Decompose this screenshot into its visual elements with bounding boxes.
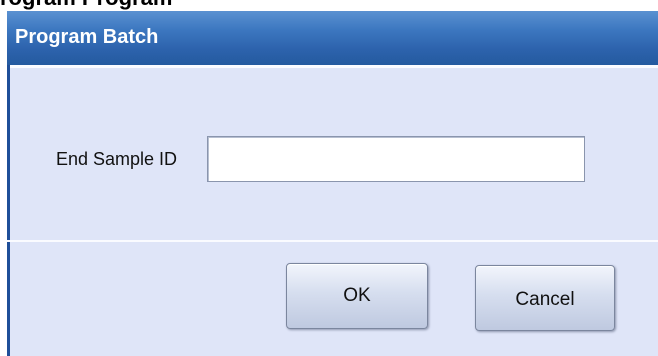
end-sample-id-input[interactable] bbox=[207, 136, 585, 182]
background-window-title: rogram Program bbox=[0, 0, 172, 10]
dialog-title-bar[interactable]: Program Batch bbox=[7, 11, 658, 65]
cancel-button[interactable]: Cancel bbox=[475, 265, 615, 331]
button-area-divider bbox=[7, 240, 658, 242]
program-batch-dialog: Program Batch End Sample ID OK Cancel bbox=[7, 11, 658, 356]
screen: rogram Program Program Batch End Sample … bbox=[0, 0, 658, 356]
end-sample-id-label: End Sample ID bbox=[56, 149, 178, 169]
ok-button[interactable]: OK bbox=[286, 263, 428, 329]
dialog-title: Program Batch bbox=[15, 26, 159, 48]
